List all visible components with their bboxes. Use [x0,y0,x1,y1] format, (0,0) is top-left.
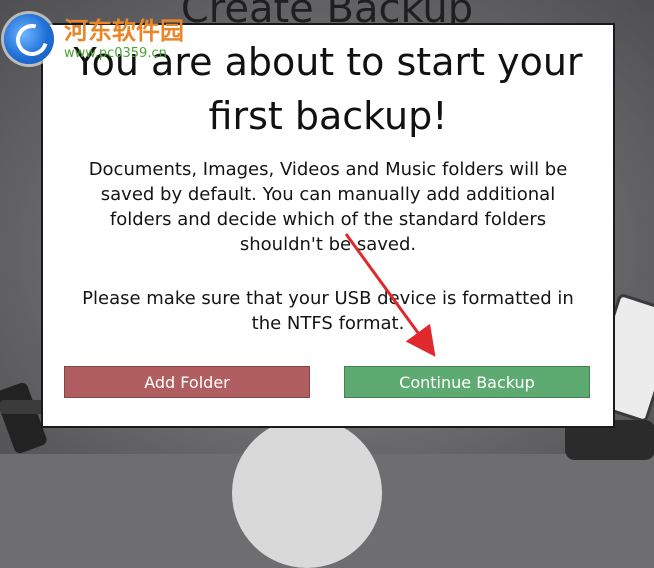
backup-dialog: You are about to start your first backup… [41,23,615,428]
description-line: saved by default. You can manually add a… [100,184,556,205]
note-line: the NTFS format. [251,313,405,334]
watermark: 河东软件园 www.pc0359.cn [4,14,184,64]
description-line: folders and decide which of the standard… [109,209,547,230]
continue-backup-button[interactable]: Continue Backup [344,366,590,398]
description-line: shouldn't be saved. [239,234,417,255]
description-line: Documents, Images, Videos and Music fold… [88,159,568,180]
site-logo-icon [4,14,54,64]
add-folder-button[interactable]: Add Folder [64,366,310,398]
dialog-ntfs-note: Please make sure that your USB device is… [65,286,591,336]
note-line: Please make sure that your USB device is… [82,288,574,309]
background-disc [232,418,382,568]
watermark-url: www.pc0359.cn [64,46,167,61]
dialog-description: Documents, Images, Videos and Music fold… [65,157,591,257]
watermark-name: 河东软件园 [64,17,184,45]
dialog-title-line-2: first backup! [208,94,448,138]
